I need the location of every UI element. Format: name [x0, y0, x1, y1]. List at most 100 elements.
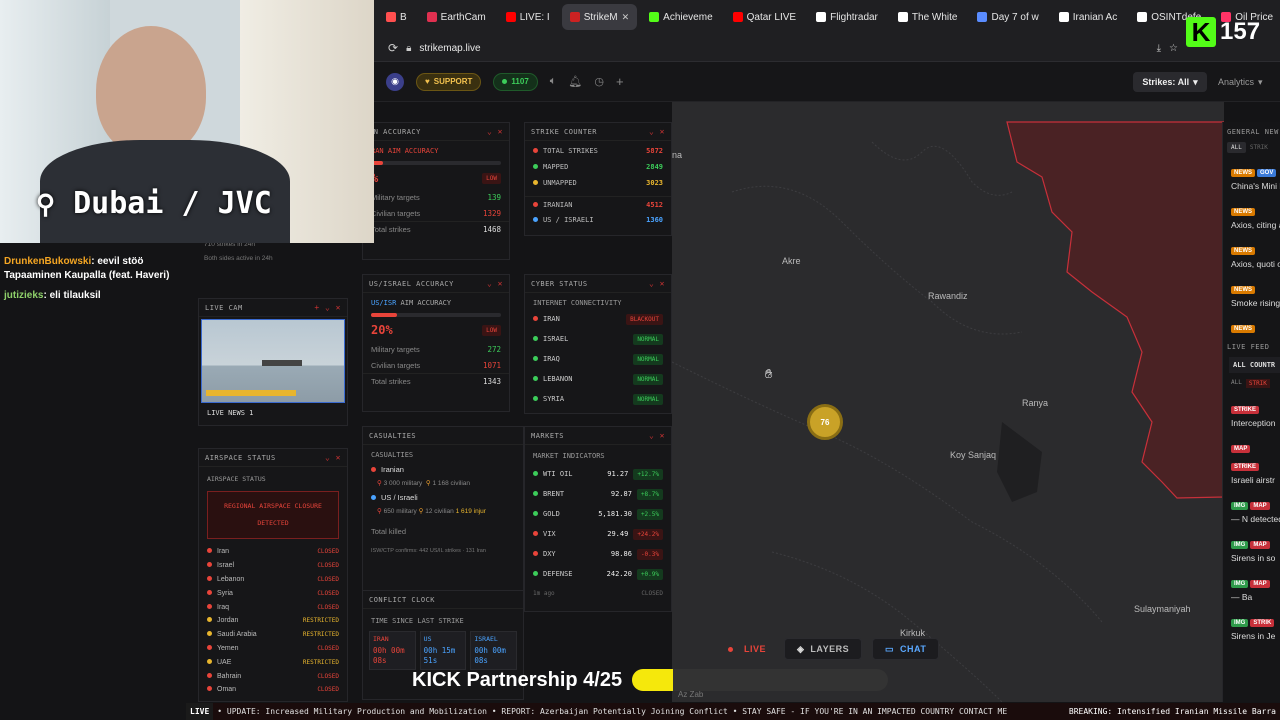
strike-map[interactable]: na Akre Rawandiz Ranya Koy Sanjaq Sulaym… [672, 102, 1224, 702]
bookmark-star-icon[interactable]: ☆ [1169, 43, 1178, 54]
news-item[interactable]: NEWSGOV China's Mini keep improv [1231, 161, 1280, 192]
strike-counter-label: US / ISRAELI [543, 216, 594, 224]
address-bar[interactable]: ⟳ 🔒︎ strikemap.live ⤓ ☆ [378, 38, 1178, 58]
browser-tab[interactable]: Achieveme [641, 4, 720, 30]
airspace-country: Jordan [217, 617, 239, 625]
discord-icon[interactable]: ◉ [386, 72, 404, 91]
news-tag: IMG [1231, 580, 1249, 588]
clock-cell-value: 00h 00m 08s [373, 646, 405, 665]
news-item[interactable]: IMG MAP — Ba [1231, 572, 1280, 603]
add-icon[interactable]: + [616, 74, 624, 89]
market-value-wrap: 92.87 +8.7% [611, 488, 663, 500]
market-value: 242.20 [606, 570, 632, 578]
tab-close-icon[interactable]: ✕ [622, 12, 630, 23]
market-name: DXY [543, 550, 556, 558]
browser-tab[interactable]: Qatar LIVE [725, 4, 804, 30]
analytics-dropdown[interactable]: Analytics ▾ [1218, 72, 1263, 92]
viewer-count: 157 [1220, 18, 1261, 45]
support-button[interactable]: ♥ SUPPORT [416, 72, 482, 91]
news-item[interactable]: STRIKE Interception [1231, 398, 1280, 429]
browser-tab[interactable]: LIVE: I [498, 4, 558, 30]
browser-tab[interactable]: Day 7 of w [969, 4, 1046, 30]
news-filter-strike[interactable]: STRIK [1250, 142, 1268, 153]
iranian-dot-icon [371, 467, 376, 472]
news-tag: MAP [1250, 541, 1270, 549]
panel-header: US/ISRAEL ACCURACY ⌄ ✕ [363, 275, 509, 293]
browser-tab[interactable]: EarthCam [419, 4, 494, 30]
cyber-status-row: IRAQ NORMAL [525, 349, 671, 369]
partnership-progress-bar [632, 669, 889, 691]
cyber-status-badge: NORMAL [633, 373, 663, 385]
chevron-down-icon: ▾ [1193, 76, 1198, 87]
panel-controls-icon[interactable]: ⌄ ✕ [649, 431, 665, 440]
news-item[interactable]: IMG MAP Sirens in so [1231, 533, 1280, 564]
panel-controls-icon[interactable]: ⌄ ✕ [649, 279, 665, 288]
partnership-text: KICK Partnership 4/25 [412, 668, 623, 691]
news-item[interactable]: IMGMAP — N detected to [1231, 494, 1280, 525]
airspace-country-wrap: UAE [207, 658, 231, 666]
tab-favicon-icon [977, 12, 988, 22]
market-value: 29.49 [607, 530, 629, 538]
panel-header: STRIKE COUNTER ⌄ ✕ [525, 123, 671, 141]
country-filter-dropdown[interactable]: ALL COUNTR [1229, 357, 1280, 373]
panel-controls-icon[interactable]: ⌄ ✕ [487, 127, 503, 136]
strikes-filter-dropdown[interactable]: Strikes: All ▾ [1133, 72, 1207, 92]
iran-aim-label: RAN AIM ACCURACY [371, 147, 439, 155]
panel-controls-icon[interactable]: ⌄ ✕ [325, 453, 341, 462]
news-ticker: LIVE • UPDATE: Increased Military Produc… [186, 703, 1280, 720]
news-item[interactable]: MAP STRIKE Israeli airstr [1231, 437, 1280, 486]
news-tag: NEWS [1231, 247, 1255, 255]
panel-controls-icon[interactable]: ⌄ ✕ [649, 127, 665, 136]
browser-tab[interactable]: Flightradar [808, 4, 886, 30]
chat-messages: DrunkenBukowski: eevil stöö Tapaaminen K… [4, 255, 182, 303]
browser-tab[interactable]: Iranian Ac [1051, 4, 1125, 30]
live-cam-video[interactable] [201, 319, 345, 403]
news-item[interactable]: NEWS [1231, 317, 1280, 335]
chat-button[interactable]: ▭ CHAT [872, 638, 940, 660]
status-dot-icon [533, 551, 538, 556]
bell-icon[interactable]: 🔔︎ [568, 75, 582, 88]
feed-filter-all[interactable]: ALL [1231, 379, 1242, 388]
clock-cell-label: IRAN [373, 635, 389, 643]
news-filter-all[interactable]: ALL [1227, 142, 1246, 153]
layers-button[interactable]: ◈ LAYERS [784, 638, 863, 660]
airspace-subtitle: AIRSPACE STATUS [207, 475, 266, 483]
cyber-status-row: LEBANON NORMAL [525, 369, 671, 389]
news-tags: IMG MAP [1231, 533, 1280, 551]
us-israeli-casualties: US / Israeli ⚲ 650 military ⚲ 12 civilia… [363, 487, 523, 515]
panel-header: CYBER STATUS ⌄ ✕ [525, 275, 671, 293]
panel-controls-icon[interactable]: + ⌄ ✕ [314, 303, 341, 312]
airspace-row: Iran CLOSED [199, 545, 347, 559]
news-item[interactable]: NEWS Axios, citing armed grou [1231, 200, 1280, 231]
hand-cursor-icon: ✋︎ [765, 366, 773, 381]
browser-tab[interactable]: The White [890, 4, 966, 30]
browser-tab[interactable]: B [378, 4, 415, 30]
status-dot-icon [533, 356, 538, 361]
reload-icon[interactable]: ⟳ [388, 41, 398, 55]
news-text: Axios, citing armed grou [1231, 220, 1280, 230]
strike-cluster-marker[interactable]: 76 [807, 404, 843, 440]
chat-text: eli tilauksil [49, 290, 101, 301]
news-item[interactable]: NEWS Axios, quoti observed the [1231, 239, 1280, 270]
news-item[interactable]: IMG STRIK Sirens in Je [1231, 611, 1280, 642]
browser-tab[interactable]: StrikeM ✕ [561, 4, 638, 30]
market-name: VIX [543, 530, 556, 538]
download-icon[interactable]: ⤓ [1157, 43, 1161, 54]
airspace-row: Lebanon CLOSED [199, 573, 347, 587]
tab-label: Qatar LIVE [746, 11, 797, 23]
market-list: WTI OIL 91.27 +12.7% BRENT 92.87 +8.7% GOLD 5,1… [525, 464, 671, 584]
sound-icon[interactable]: 🔈︎ [550, 75, 557, 88]
url-text[interactable]: strikemap.live [419, 43, 480, 54]
civilian-targets-value: 1071 [482, 360, 501, 370]
market-value: 98.86 [610, 550, 632, 558]
news-item[interactable]: NEWS Smoke rising reports of Ira [1231, 278, 1280, 309]
us-israel-accuracy-panel: US/ISRAEL ACCURACY ⌄ ✕ US/ISR AIM ACCURAC… [362, 274, 510, 412]
lock-icon[interactable]: 🔒︎ [406, 43, 411, 54]
total-killed-label: Total killed [371, 527, 407, 536]
live-button[interactable]: LIVE [716, 638, 778, 660]
panel-controls-icon[interactable]: ⌄ ✕ [487, 279, 503, 288]
accuracy-rating-badge: LOW [482, 172, 501, 184]
clock-icon[interactable]: ◷ [594, 75, 604, 88]
news-text: Sirens in so [1231, 553, 1276, 563]
feed-filter-strike[interactable]: STRIK [1245, 379, 1270, 388]
